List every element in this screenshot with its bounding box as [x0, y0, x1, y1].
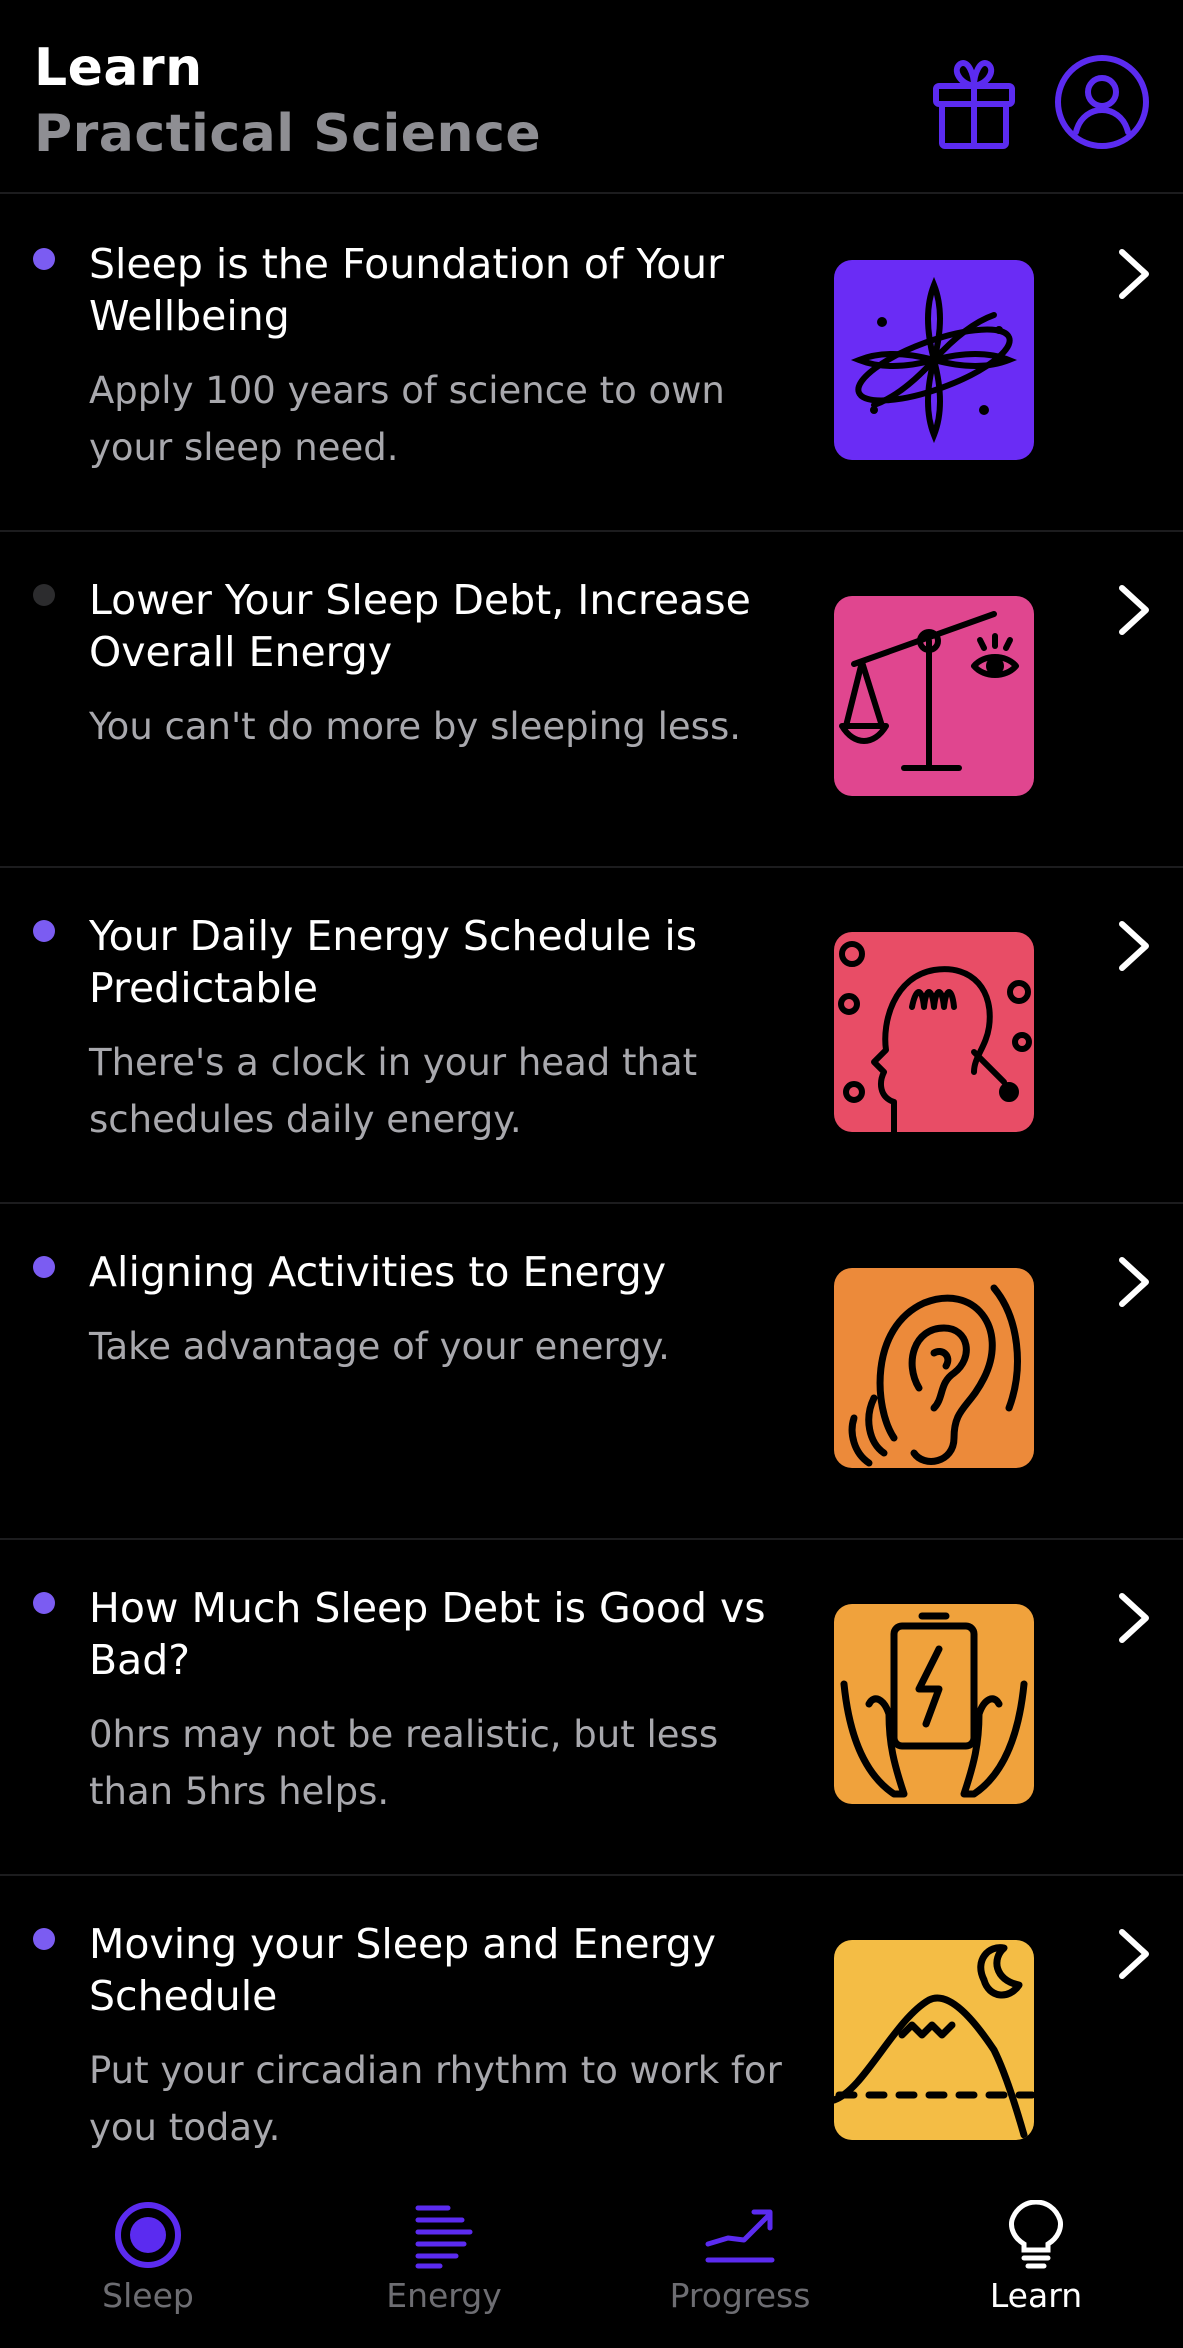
- chevron-right-icon: [1119, 585, 1149, 635]
- lesson-description: Apply 100 years of science to own your s…: [89, 369, 725, 469]
- lesson-description: You can't do more by sleeping less.: [89, 705, 741, 748]
- unread-dot: [33, 1592, 55, 1614]
- lesson-thumbnail: [834, 1940, 1034, 2140]
- unread-dot: [33, 248, 55, 270]
- energy-tab-icon: [415, 2205, 473, 2269]
- lesson-description: There's a clock in your head that schedu…: [89, 1041, 698, 1141]
- chevron-right-icon: [1119, 1593, 1149, 1643]
- unread-dot: [33, 920, 55, 942]
- lesson-description: Put your circadian rhythm to work for yo…: [89, 2049, 782, 2149]
- page-subtitle: Practical Science: [34, 104, 542, 164]
- lesson-item[interactable]: Aligning Activities to Energy Take advan…: [0, 1204, 1183, 1540]
- sleep-tab-icon: [115, 2202, 181, 2268]
- lightbulb-icon: [1009, 2200, 1063, 2269]
- tab-label: Sleep: [102, 2276, 194, 2315]
- lesson-title: How Much Sleep Debt is Good vs Bad?: [89, 1584, 766, 1684]
- tab-energy[interactable]: Energy: [296, 2176, 592, 2348]
- lesson-thumbnail: [834, 932, 1034, 1132]
- chevron-right-icon: [1119, 1929, 1149, 1979]
- lesson-item[interactable]: Your Daily Energy Schedule is Predictabl…: [0, 868, 1183, 1204]
- lesson-title: Sleep is the Foundation of Your Wellbein…: [89, 240, 724, 340]
- lesson-item[interactable]: Moving your Sleep and Energy Schedule Pu…: [0, 1876, 1183, 2212]
- progress-tab-icon: [705, 2209, 775, 2263]
- profile-button[interactable]: [1054, 54, 1150, 150]
- gift-button[interactable]: [930, 56, 1018, 152]
- lesson-title: Moving your Sleep and Energy Schedule: [89, 1920, 717, 2020]
- lesson-thumbnail: [834, 1268, 1034, 1468]
- lesson-thumbnail: [834, 1604, 1034, 1804]
- profile-icon: [1055, 55, 1149, 149]
- page-title: Learn: [34, 38, 203, 98]
- lesson-description: 0hrs may not be realistic, but less than…: [89, 1713, 719, 1813]
- tab-sleep[interactable]: Sleep: [0, 2176, 296, 2348]
- chevron-right-icon: [1119, 249, 1149, 299]
- lesson-title: Lower Your Sleep Debt, Increase Overall …: [89, 576, 751, 676]
- tab-progress[interactable]: Progress: [592, 2176, 888, 2348]
- sparkle-orbit-icon: [834, 260, 1034, 460]
- lesson-description: Take advantage of your energy.: [89, 1325, 670, 1368]
- tab-label: Energy: [386, 2276, 502, 2315]
- lesson-list: Sleep is the Foundation of Your Wellbein…: [0, 196, 1183, 2212]
- tab-label: Progress: [669, 2276, 811, 2315]
- balance-scale-icon: [834, 596, 1034, 796]
- tab-bar: Sleep Energy Progress Learn: [0, 2176, 1183, 2348]
- head-profile-icon: [834, 932, 1034, 1132]
- read-dot: [33, 584, 55, 606]
- lesson-title: Your Daily Energy Schedule is Predictabl…: [89, 912, 698, 1012]
- lesson-thumbnail: [834, 596, 1034, 796]
- battery-hands-icon: [834, 1604, 1034, 1804]
- lesson-item[interactable]: How Much Sleep Debt is Good vs Bad? 0hrs…: [0, 1540, 1183, 1876]
- learn-screen: Learn Practical Science Sleep is the Fou: [0, 0, 1183, 2348]
- lesson-item[interactable]: Lower Your Sleep Debt, Increase Overall …: [0, 532, 1183, 868]
- chevron-right-icon: [1119, 1257, 1149, 1307]
- unread-dot: [33, 1256, 55, 1278]
- tab-learn[interactable]: Learn: [888, 2176, 1183, 2348]
- mountain-moon-icon: [834, 1940, 1034, 2140]
- tab-label: Learn: [989, 2276, 1083, 2315]
- unread-dot: [33, 1928, 55, 1950]
- gift-icon: [933, 60, 1015, 149]
- ear-icon: [834, 1268, 1034, 1468]
- lesson-title: Aligning Activities to Energy: [89, 1248, 667, 1296]
- lesson-thumbnail: [834, 260, 1034, 460]
- chevron-right-icon: [1119, 921, 1149, 971]
- header: Learn Practical Science: [0, 0, 1183, 194]
- lesson-item[interactable]: Sleep is the Foundation of Your Wellbein…: [0, 196, 1183, 532]
